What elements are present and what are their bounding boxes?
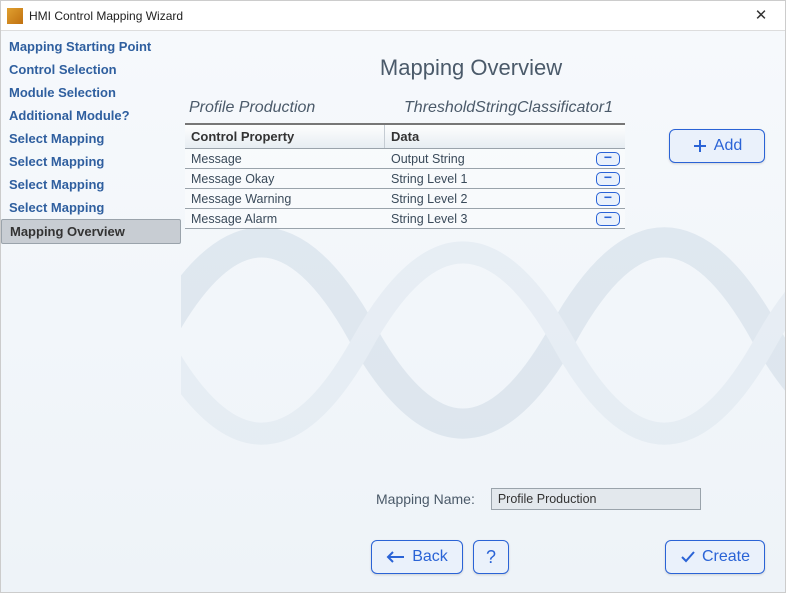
mapping-name-group: Mapping Name: (376, 488, 701, 510)
cell-property: Message Alarm (185, 212, 385, 226)
step-select-mapping-4[interactable]: Select Mapping (1, 196, 181, 219)
arrow-left-icon (386, 550, 406, 564)
create-button[interactable]: Create (665, 540, 765, 574)
table-header: Control Property Data (185, 125, 625, 149)
main-panel: Mapping Overview Profile Production Thre… (181, 31, 785, 592)
classifier-label: ThresholdStringClassificator1 (404, 99, 613, 117)
add-button-label: Add (714, 137, 742, 155)
help-icon: ? (486, 547, 496, 568)
table-row[interactable]: Message Okay String Level 1 − (185, 169, 625, 189)
cell-property: Message Okay (185, 172, 385, 186)
wizard-steps-sidebar: Mapping Starting Point Control Selection… (1, 31, 181, 592)
check-icon (680, 550, 696, 564)
profile-label: Profile Production (189, 99, 315, 117)
add-button[interactable]: Add (669, 129, 765, 163)
step-additional-module[interactable]: Additional Module? (1, 104, 181, 127)
help-button[interactable]: ? (473, 540, 509, 574)
cell-data: String Level 2 (385, 192, 591, 206)
step-control-selection[interactable]: Control Selection (1, 58, 181, 81)
mapping-name-input[interactable] (491, 488, 701, 510)
mapping-name-label: Mapping Name: (376, 491, 475, 507)
table-row[interactable]: Message Warning String Level 2 − (185, 189, 625, 209)
col-control-property[interactable]: Control Property (185, 125, 385, 148)
remove-row-button[interactable]: − (596, 192, 620, 206)
remove-row-button[interactable]: − (596, 172, 620, 186)
cell-data: String Level 3 (385, 212, 591, 226)
remove-row-button[interactable]: − (596, 212, 620, 226)
titlebar: HMI Control Mapping Wizard ✕ (1, 1, 785, 31)
window-title: HMI Control Mapping Wizard (29, 9, 743, 23)
create-button-label: Create (702, 548, 750, 566)
cell-data: Output String (385, 152, 591, 166)
step-select-mapping-1[interactable]: Select Mapping (1, 127, 181, 150)
back-button[interactable]: Back (371, 540, 463, 574)
step-select-mapping-2[interactable]: Select Mapping (1, 150, 181, 173)
app-icon (7, 8, 23, 24)
back-button-label: Back (412, 548, 448, 566)
remove-row-button[interactable]: − (596, 152, 620, 166)
table-row[interactable]: Message Alarm String Level 3 − (185, 209, 625, 229)
step-mapping-overview[interactable]: Mapping Overview (1, 219, 181, 244)
col-data[interactable]: Data (385, 125, 625, 148)
table-row[interactable]: Message Output String − (185, 149, 625, 169)
step-select-mapping-3[interactable]: Select Mapping (1, 173, 181, 196)
close-button[interactable]: ✕ (743, 2, 779, 30)
page-title: Mapping Overview (181, 55, 761, 81)
mapping-table: Control Property Data Message Output Str… (185, 123, 625, 229)
step-module-selection[interactable]: Module Selection (1, 81, 181, 104)
cell-property: Message (185, 152, 385, 166)
step-mapping-starting-point[interactable]: Mapping Starting Point (1, 35, 181, 58)
plus-icon (692, 138, 708, 154)
cell-property: Message Warning (185, 192, 385, 206)
cell-data: String Level 1 (385, 172, 591, 186)
